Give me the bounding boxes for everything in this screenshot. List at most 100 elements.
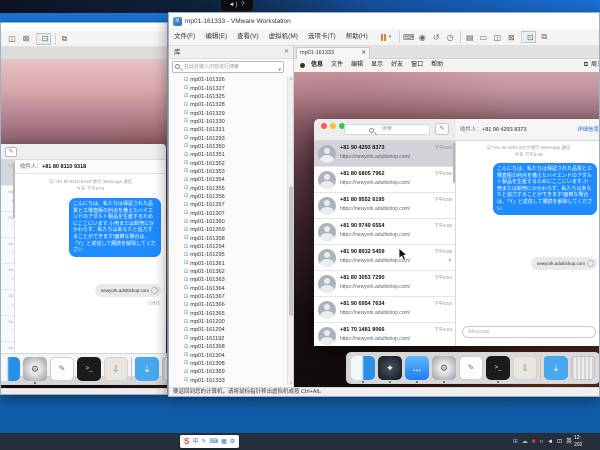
- vm-list-item[interactable]: ⊡ mp01-161355: [169, 184, 287, 192]
- search-input[interactable]: 搜索: [344, 124, 430, 135]
- apple-menu-icon[interactable]: [300, 63, 305, 68]
- vm-list-item[interactable]: ⊡ mp01-161350: [169, 143, 287, 151]
- take-snapshot-icon[interactable]: ◉: [416, 31, 428, 43]
- terminal-icon[interactable]: >_: [486, 356, 510, 380]
- conversation-row[interactable]: +81 90 4293 8373 下午5:05 https://newyork.…: [314, 141, 455, 167]
- compose-button[interactable]: ✎: [5, 147, 17, 157]
- status-circle-icon[interactable]: ○: [539, 439, 543, 445]
- ime-language-indicator[interactable]: 英: [566, 439, 572, 445]
- vm-list-item[interactable]: ⊡ mp01-161367: [169, 293, 287, 301]
- vm-tab[interactable]: mp01-161333 ✕: [296, 47, 370, 59]
- menubar-clock[interactable]: 周三: [591, 59, 599, 72]
- vm-list-item[interactable]: ⊡ mp01-161359: [169, 226, 287, 234]
- conversation-row[interactable]: +81 90 6954 7634 下午5:04 https://newyork.…: [314, 297, 455, 323]
- handwriting-icon[interactable]: ✎: [201, 439, 206, 445]
- menu-item[interactable]: 编辑(E): [200, 29, 232, 45]
- keyboard-icon[interactable]: ⌨: [209, 439, 218, 445]
- console-view-icon[interactable]: ⊡: [36, 33, 51, 45]
- conversation-row[interactable]: 04 /: [1, 238, 14, 264]
- downloads-folder-icon[interactable]: ⇣: [135, 357, 159, 381]
- unity-icon[interactable]: ⊠: [20, 33, 32, 45]
- dock-divider[interactable]: [540, 356, 541, 380]
- vm-list-item[interactable]: ⊡ mp01-161325: [169, 93, 287, 101]
- chevron-down-icon[interactable]: ▾: [278, 65, 281, 73]
- revert-snapshot-icon[interactable]: ↺: [430, 31, 442, 43]
- menu-item[interactable]: 帮助: [427, 59, 447, 72]
- vm-list-item[interactable]: ⊡ mp01-161362: [169, 268, 287, 276]
- vm-list-item[interactable]: ⊡ mp01-161352: [169, 159, 287, 167]
- layout-icon[interactable]: ▦: [221, 439, 227, 445]
- scrollbar-thumb[interactable]: [289, 186, 293, 316]
- close-icon[interactable]: ✕: [284, 46, 289, 59]
- console-view-icon[interactable]: ⊡: [521, 31, 536, 43]
- vm-list-item[interactable]: ⊡ mp01-161360: [169, 218, 287, 226]
- vm-list-item[interactable]: ⊡ mp01-161351: [169, 151, 287, 159]
- scrollbar-thumb[interactable]: [453, 143, 455, 183]
- installer-icon[interactable]: ⇩: [104, 357, 128, 381]
- dock-divider[interactable]: [131, 357, 132, 381]
- vm-list-item[interactable]: ⊡ mp01-161293: [169, 134, 287, 142]
- vm-list-item[interactable]: ⊡ mp01-161327: [169, 84, 287, 92]
- vm-list-item[interactable]: ⊡ mp01-161329: [169, 109, 287, 117]
- fullscreen-icon[interactable]: ◫: [491, 31, 503, 43]
- conversation-row[interactable]: +81 90 8932 5459 下午5:05 https://newyork.…: [314, 245, 455, 271]
- launchpad-icon[interactable]: ✦: [378, 356, 402, 380]
- snapshot-manager-icon[interactable]: ⧉: [55, 33, 70, 45]
- vm-console-screen-right[interactable]: 信息 文件 编辑 显示 好友 窗口 帮助 ⧉ 周三: [294, 59, 599, 387]
- system-preferences-icon[interactable]: ⚙: [432, 356, 456, 380]
- vm-list-item[interactable]: ⊡ mp01-161356: [169, 193, 287, 201]
- snapshot-manager-icon[interactable]: ⧉: [538, 31, 550, 43]
- sogou-logo[interactable]: S: [184, 438, 189, 446]
- terminal-icon[interactable]: >_: [77, 357, 101, 381]
- manage-snapshots-icon[interactable]: ◷: [444, 31, 456, 43]
- textedit-icon[interactable]: ✎: [459, 356, 483, 380]
- taskbar-clock[interactable]: 12: 202: [574, 435, 600, 449]
- vm-list-item[interactable]: ⊡ mp01-161353: [169, 168, 287, 176]
- textedit-icon[interactable]: ✎: [50, 357, 74, 381]
- vm-list-item[interactable]: ⊡ mp01-161363: [169, 276, 287, 284]
- conversation-row[interactable]: +81 90 9749 6554 下午5:05 https://newyork.…: [314, 219, 455, 245]
- vm-list-item[interactable]: ⊡ mp01-161368: [169, 343, 287, 351]
- close-traffic-light[interactable]: [321, 123, 327, 129]
- titlebar[interactable]: [1, 23, 168, 31]
- messages-icon[interactable]: …: [405, 356, 429, 380]
- trash-icon[interactable]: [571, 356, 595, 380]
- conversation-row[interactable]: +81 80 9552 6195 下午5:05 https://newyork.…: [314, 193, 455, 219]
- scrollbar[interactable]: ∧ ∨: [287, 76, 293, 385]
- system-preferences-icon[interactable]: ⚙: [23, 357, 47, 381]
- vm-list-item[interactable]: ⊡ mp01-161369: [169, 368, 287, 376]
- unity-icon[interactable]: ⊠: [505, 31, 517, 43]
- vm-list-item[interactable]: ⊡ mp01-161192: [169, 335, 287, 343]
- vm-list-item[interactable]: ⊡ mp01-161307: [169, 210, 287, 218]
- link-preview-bubble[interactable]: newyork.adultishop.com: [95, 284, 161, 297]
- details-link[interactable]: 详细信息: [577, 119, 599, 141]
- downloads-folder-icon[interactable]: ⇣: [544, 356, 568, 380]
- messages-window-right[interactable]: 搜索 ✎ +81 90 4293 8373 下午5:05 https://new…: [314, 119, 599, 346]
- menu-item[interactable]: 显示: [367, 59, 387, 72]
- displays-icon[interactable]: ⧉: [584, 59, 588, 72]
- finder-icon[interactable]: [1, 357, 20, 381]
- recorder-icon[interactable]: ■: [532, 439, 536, 445]
- vm-list-item[interactable]: ⊡ mp01-161361: [169, 260, 287, 268]
- minimize-traffic-light[interactable]: [330, 123, 336, 129]
- display-icon[interactable]: ⊡: [557, 439, 562, 445]
- send-ctrl-alt-del-icon[interactable]: ⌨: [399, 31, 414, 43]
- titlebar[interactable]: V mp01-161333 - VMware Workstation: [169, 13, 599, 29]
- messages-window-left[interactable]: ✎ 05 / 04 / 04: [1, 144, 166, 376]
- conversation-row[interactable]: +81 80 6805 7962 下午5:05 https://newyork.…: [314, 167, 455, 193]
- menu-item[interactable]: 帮助(H): [341, 29, 373, 45]
- vm-list-item[interactable]: ⊡ mp01-161358: [169, 235, 287, 243]
- vm-list-item[interactable]: ⊡ mp01-161364: [169, 285, 287, 293]
- vm-console-screen-left[interactable]: ✎ 05 / 04 / 04: [1, 60, 168, 388]
- vm-list-item[interactable]: ⊡ mp01-161331: [169, 126, 287, 134]
- conversation-row[interactable]: 04 /: [1, 264, 14, 290]
- vm-list-item[interactable]: ⊡ mp01-161366: [169, 301, 287, 309]
- vm-list-item[interactable]: ⊡ mp01-161365: [169, 310, 287, 318]
- vm-list-item[interactable]: ⊡ mp01-161304: [169, 351, 287, 359]
- vm-list-item[interactable]: ⊡ mp01-161294: [169, 243, 287, 251]
- menu-item[interactable]: 窗口: [407, 59, 427, 72]
- tab-close-icon[interactable]: ✕: [361, 48, 366, 59]
- compose-button[interactable]: ✎: [435, 123, 449, 135]
- onedrive-icon[interactable]: ☁: [522, 439, 528, 445]
- vm-list-item[interactable]: ⊡ mp01-161295: [169, 251, 287, 259]
